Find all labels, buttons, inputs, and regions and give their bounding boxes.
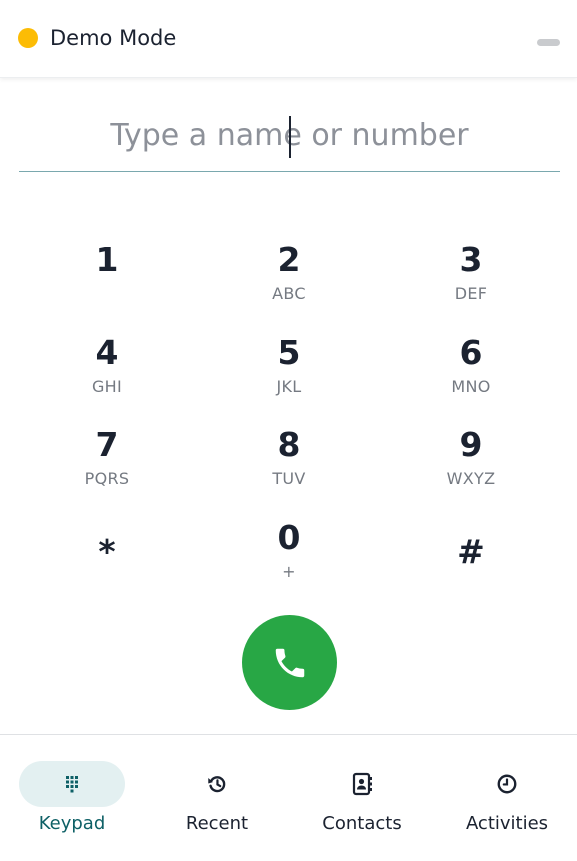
mode-title: Demo Mode (50, 26, 177, 50)
key-digit: 2 (277, 240, 301, 279)
key-hash[interactable]: # (380, 518, 562, 611)
key-letters: JKL (276, 376, 302, 396)
key-1[interactable]: 1 (16, 240, 198, 333)
key-letters: + (282, 561, 296, 581)
history-icon (208, 776, 226, 793)
text-caret (289, 116, 291, 158)
tab-label: Contacts (322, 813, 402, 834)
key-7[interactable]: 7 PQRS (16, 425, 198, 518)
key-digit: 5 (277, 332, 301, 372)
key-digit: # (457, 531, 485, 571)
key-5[interactable]: 5 JKL (198, 333, 380, 426)
key-9[interactable]: 9 WXYZ (380, 425, 562, 518)
tab-contacts[interactable]: Contacts (297, 761, 427, 851)
bottom-tab-bar: Keypad Recent Contacts Activities (0, 734, 577, 861)
tab-label: Keypad (38, 813, 106, 834)
key-digit: 7 (95, 425, 119, 464)
tab-keypad[interactable]: Keypad (7, 761, 137, 851)
key-digit: 0 (277, 517, 301, 557)
call-button[interactable] (242, 615, 337, 710)
key-2[interactable]: 2 ABC (198, 240, 380, 333)
key-4[interactable]: 4 GHI (16, 333, 198, 426)
tab-icon-container (164, 761, 270, 807)
address-book-icon (352, 772, 372, 796)
key-letters: MNO (451, 376, 491, 396)
key-digit: * (98, 531, 116, 571)
minimize-button[interactable] (537, 39, 560, 46)
key-digit: 8 (277, 425, 301, 464)
key-digit: 3 (459, 240, 483, 279)
key-0[interactable]: 0 + (198, 518, 380, 611)
phone-icon (275, 648, 304, 677)
key-digit: 6 (459, 332, 483, 372)
tab-icon-container (19, 761, 125, 807)
tab-icon-container (454, 761, 560, 807)
keypad-icon (66, 776, 78, 793)
key-letters: ABC (272, 284, 306, 303)
status-dot-icon (18, 28, 38, 48)
key-digit: 1 (95, 240, 119, 279)
tab-label: Recent (185, 813, 249, 834)
key-letters: DEF (454, 284, 488, 303)
key-digit: 9 (459, 425, 483, 464)
key-star[interactable]: * (16, 518, 198, 611)
key-3[interactable]: 3 DEF (380, 240, 562, 333)
key-8[interactable]: 8 TUV (198, 425, 380, 518)
key-letters: WXYZ (446, 469, 496, 488)
app-header: Demo Mode (0, 0, 577, 78)
tab-label: Activities (465, 813, 549, 834)
tab-recent[interactable]: Recent (152, 761, 282, 851)
key-letters: GHI (91, 376, 123, 396)
tab-icon-container (309, 761, 415, 807)
tab-activities[interactable]: Activities (442, 761, 572, 851)
key-letters: TUV (272, 469, 306, 488)
keypad: 1 2 ABC 3 DEF 4 GHI 5 JKL 6 MNO 7 PQRS 8… (16, 240, 562, 610)
key-digit: 4 (95, 332, 119, 372)
key-letters: PQRS (84, 469, 130, 488)
key-6[interactable]: 6 MNO (380, 333, 562, 426)
clock-icon (497, 774, 517, 794)
